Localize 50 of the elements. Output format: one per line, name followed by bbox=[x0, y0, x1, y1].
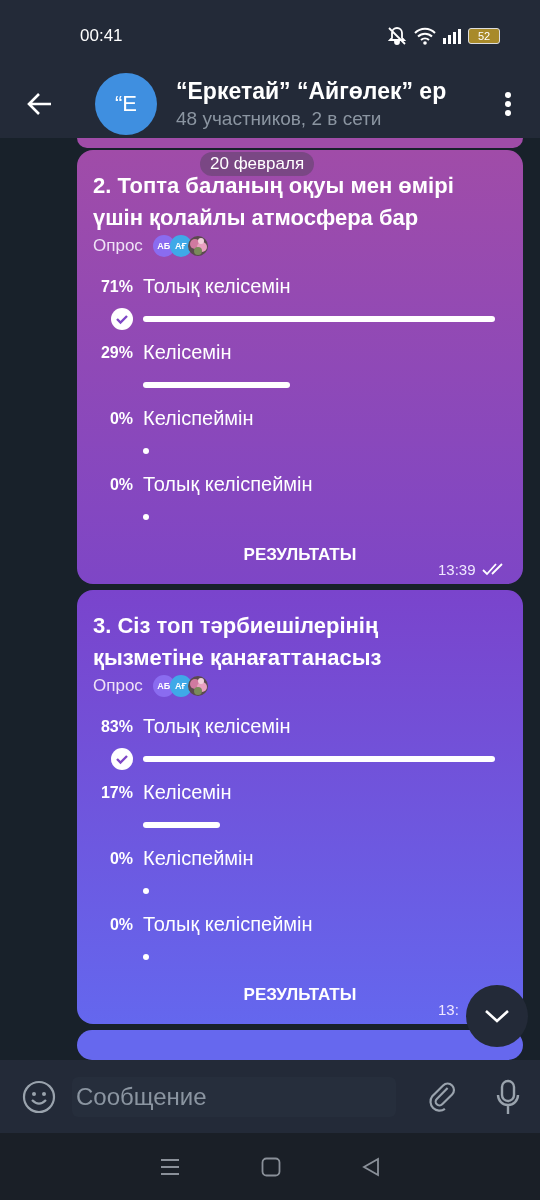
battery-level: 52 bbox=[477, 30, 491, 42]
vote-percent: 0% bbox=[108, 409, 133, 429]
emoji-icon[interactable] bbox=[22, 1079, 56, 1114]
result-bar bbox=[143, 448, 149, 454]
option-label: Толық келіспеймін bbox=[143, 912, 314, 937]
results-button[interactable]: РЕЗУЛЬТАТЫ bbox=[235, 540, 365, 570]
wifi-icon bbox=[414, 27, 436, 45]
voter-avatar: АҒ bbox=[169, 235, 192, 257]
option-label: Келісемін bbox=[143, 780, 233, 805]
back-icon[interactable] bbox=[361, 1156, 380, 1177]
result-bar bbox=[143, 514, 149, 520]
paperclip-icon[interactable] bbox=[426, 1079, 458, 1114]
message-time: 13: bbox=[438, 1000, 459, 1018]
results-button[interactable]: РЕЗУЛЬТАТЫ bbox=[235, 980, 365, 1010]
signal-icon bbox=[442, 28, 462, 44]
status-time: 00:41 bbox=[80, 26, 123, 46]
result-bar bbox=[143, 954, 149, 960]
microphone-icon[interactable] bbox=[496, 1078, 520, 1115]
option-label: Толық келісемін bbox=[143, 714, 292, 739]
home-icon[interactable] bbox=[261, 1156, 281, 1177]
poll-question: 3. Сіз топ тәрбиешілерінің қызметіне қанағаттанасыз bbox=[93, 612, 383, 672]
vote-percent: 17% bbox=[99, 783, 133, 803]
option-label: Толық келіспеймін bbox=[143, 472, 314, 497]
message-time: 13:39 bbox=[438, 560, 476, 578]
date-label: 20 февраля bbox=[200, 152, 315, 176]
vote-percent: 0% bbox=[108, 475, 133, 495]
option-label: Келіспеймін bbox=[143, 406, 255, 431]
message-field[interactable]: Сообщение bbox=[72, 1076, 396, 1117]
recent-apps-icon[interactable] bbox=[160, 1157, 181, 1176]
chat-title: “Еркетай” “Айгөлек” ер bbox=[176, 77, 448, 106]
vote-percent: 71% bbox=[99, 277, 133, 297]
vote-percent: 0% bbox=[108, 849, 133, 869]
checkmark-icon bbox=[111, 308, 133, 330]
member-count: 48 участников, 2 в сети bbox=[176, 107, 383, 131]
vote-percent: 83% bbox=[99, 717, 133, 737]
group-avatar[interactable]: “E bbox=[95, 73, 157, 135]
option-label: Келіспеймін bbox=[143, 846, 255, 871]
result-bar bbox=[143, 888, 149, 894]
more-menu-icon[interactable] bbox=[504, 91, 512, 117]
poll-type-label: Опрос bbox=[93, 676, 143, 696]
poll-type-label: Опрос bbox=[93, 236, 143, 256]
muted-bell-icon bbox=[386, 26, 408, 46]
checkmark-icon bbox=[111, 748, 133, 770]
chevron-down-icon bbox=[484, 1008, 510, 1024]
back-arrow-icon[interactable] bbox=[27, 92, 53, 116]
option-label: Келісемін bbox=[143, 340, 233, 365]
vote-percent: 29% bbox=[99, 343, 133, 363]
voter-avatar: АҒ bbox=[169, 675, 192, 697]
vote-percent: 0% bbox=[108, 915, 133, 935]
option-label: Толық келісемін bbox=[143, 274, 292, 299]
